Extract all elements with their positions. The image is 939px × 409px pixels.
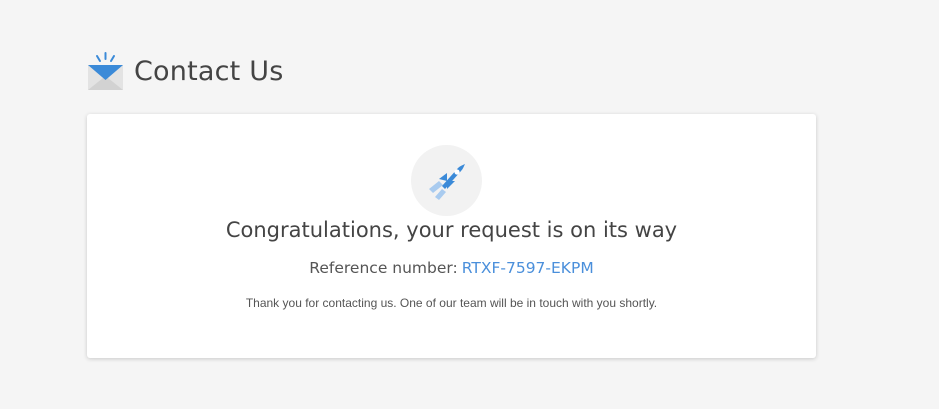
reference-label: Reference number: [309, 259, 458, 277]
page-header: Contact Us [87, 52, 283, 92]
page: Contact Us Congratulations, your request… [0, 0, 939, 409]
reference-line: Reference number: RTXF-7597-EKPM [87, 259, 816, 277]
rocket-badge [411, 145, 482, 216]
page-title: Contact Us [134, 56, 284, 87]
envelope-icon [87, 52, 124, 92]
confirmation-headline: Congratulations, your request is on its … [225, 218, 678, 242]
confirmation-card: Congratulations, your request is on its … [87, 114, 816, 358]
reference-code: RTXF-7597-EKPM [461, 259, 594, 277]
confirmation-message: Thank you for contacting us. One of our … [245, 296, 658, 310]
